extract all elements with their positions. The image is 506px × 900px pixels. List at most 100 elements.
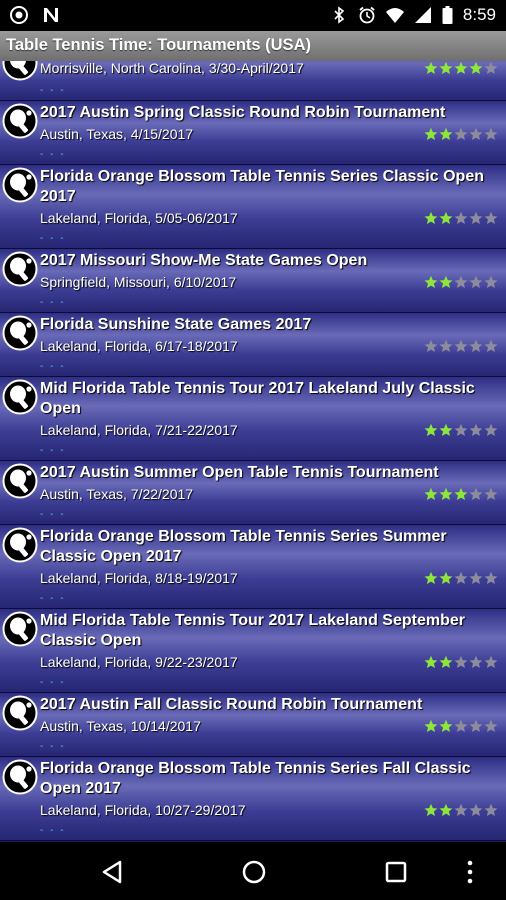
tournament-row[interactable]: Florida Orange Blossom Table Tennis Seri…: [0, 165, 506, 249]
tournament-title: 2017 Austin Fall Classic Round Robin Tou…: [40, 696, 423, 713]
tournament-row[interactable]: 2017 Austin Fall Classic Round Robin Tou…: [0, 693, 506, 757]
row-indicator-dots: - - -: [40, 677, 66, 688]
tournament-location-date: Lakeland, Florida, 6/17-18/2017: [40, 338, 238, 354]
star-filled-icon: [439, 487, 453, 500]
star-empty-icon: [454, 275, 468, 288]
paddle-ball-icon: [2, 61, 38, 81]
rating-stars: [424, 423, 498, 437]
rating-stars: [424, 655, 498, 669]
row-indicator-dots: - - -: [40, 297, 66, 308]
tournament-title: 2017 Missouri Show-Me State Games Open: [40, 252, 368, 269]
star-filled-icon: [439, 803, 453, 816]
star-empty-icon: [484, 127, 498, 140]
navigation-bar: [0, 842, 506, 900]
star-filled-icon: [439, 655, 453, 668]
bluetooth-icon: [334, 6, 345, 24]
tournament-location-date: Austin, Texas, 7/22/2017: [40, 486, 194, 502]
star-filled-icon: [424, 487, 438, 500]
recents-icon[interactable]: [382, 858, 410, 886]
rating-stars: [424, 127, 498, 141]
star-empty-icon: [484, 211, 498, 224]
tournament-list[interactable]: Morrisville, North Carolina, 3/30-April/…: [0, 61, 506, 842]
star-empty-icon: [484, 487, 498, 500]
star-filled-icon: [424, 423, 438, 436]
tournament-row[interactable]: Morrisville, North Carolina, 3/30-April/…: [0, 61, 506, 101]
tournament-location-date: Lakeland, Florida, 8/18-19/2017: [40, 570, 238, 586]
target-icon: [10, 6, 28, 24]
tournament-row[interactable]: 2017 Austin Spring Classic Round Robin T…: [0, 101, 506, 165]
star-empty-icon: [469, 655, 483, 668]
tournament-row[interactable]: Mid Florida Table Tennis Tour 2017 Lakel…: [0, 377, 506, 461]
star-empty-icon: [439, 339, 453, 352]
star-filled-icon: [424, 61, 438, 74]
tournament-title: Florida Sunshine State Games 2017: [40, 316, 312, 333]
rating-stars: [424, 571, 498, 585]
star-filled-icon: [424, 211, 438, 224]
star-filled-icon: [424, 571, 438, 584]
app-title: Table Tennis Time: Tournaments (USA): [6, 36, 311, 54]
tournament-location-date: Springfield, Missouri, 6/10/2017: [40, 274, 237, 290]
tournament-row[interactable]: Florida Orange Blossom Table Tennis Seri…: [0, 525, 506, 609]
star-empty-icon: [469, 127, 483, 140]
star-empty-icon: [469, 211, 483, 224]
star-empty-icon: [454, 211, 468, 224]
star-filled-icon: [424, 655, 438, 668]
rating-stars: [424, 487, 498, 501]
star-empty-icon: [454, 127, 468, 140]
rating-stars: [424, 803, 498, 817]
wifi-icon: [385, 8, 404, 23]
star-empty-icon: [469, 275, 483, 288]
tournament-row[interactable]: Florida Sunshine State Games 2017 Lakelan…: [0, 313, 506, 377]
tournament-location-date: Austin, Texas, 4/15/2017: [40, 126, 194, 142]
row-indicator-dots: - - -: [40, 85, 66, 96]
tournament-row[interactable]: 2017 Missouri Show-Me State Games Open Sp…: [0, 249, 506, 313]
star-empty-icon: [424, 339, 438, 352]
star-empty-icon: [454, 423, 468, 436]
star-empty-icon: [484, 803, 498, 816]
star-empty-icon: [454, 803, 468, 816]
n-notification-icon: [44, 8, 58, 22]
tournament-title: Florida Orange Blossom Table Tennis Seri…: [40, 528, 447, 565]
star-empty-icon: [484, 61, 498, 74]
star-filled-icon: [439, 423, 453, 436]
tournament-row[interactable]: Florida Orange Blossom Table Tennis Seri…: [0, 757, 506, 841]
star-empty-icon: [454, 571, 468, 584]
star-empty-icon: [484, 275, 498, 288]
tournament-row[interactable]: Mid Florida Table Tennis Tour 2017 Lakel…: [0, 609, 506, 693]
row-indicator-dots: - - -: [40, 509, 66, 520]
star-filled-icon: [424, 275, 438, 288]
rating-stars: [424, 211, 498, 225]
star-filled-icon: [439, 127, 453, 140]
tournament-title: 2017 Austin Summer Open Table Tennis Tou…: [40, 464, 439, 481]
star-filled-icon: [439, 719, 453, 732]
star-empty-icon: [469, 803, 483, 816]
paddle-ball-icon: [2, 315, 38, 351]
row-indicator-dots: - - -: [40, 233, 66, 244]
tournament-location-date: Morrisville, North Carolina, 3/30-April/…: [40, 61, 304, 76]
tournament-title: Florida Orange Blossom Table Tennis Seri…: [40, 168, 484, 205]
star-filled-icon: [454, 61, 468, 74]
tournament-row[interactable]: 2017 Austin Summer Open Table Tennis Tou…: [0, 461, 506, 525]
paddle-ball-icon: [2, 167, 38, 203]
star-filled-icon: [439, 211, 453, 224]
tournament-location-date: Lakeland, Florida, 5/05-06/2017: [40, 210, 238, 226]
tournament-title: Mid Florida Table Tennis Tour 2017 Lakel…: [40, 612, 465, 649]
paddle-ball-icon: [2, 695, 38, 731]
star-filled-icon: [439, 571, 453, 584]
paddle-ball-icon: [2, 463, 38, 499]
rating-stars: [424, 339, 498, 353]
overflow-menu-icon[interactable]: [456, 858, 484, 886]
star-empty-icon: [454, 719, 468, 732]
star-empty-icon: [469, 339, 483, 352]
paddle-ball-icon: [2, 611, 38, 647]
app-title-bar: Table Tennis Time: Tournaments (USA): [0, 31, 506, 62]
star-empty-icon: [469, 571, 483, 584]
rating-stars: [424, 275, 498, 289]
star-empty-icon: [469, 487, 483, 500]
home-icon[interactable]: [240, 858, 268, 886]
star-filled-icon: [424, 803, 438, 816]
back-icon[interactable]: [98, 858, 126, 886]
star-empty-icon: [484, 719, 498, 732]
paddle-ball-icon: [2, 759, 38, 795]
paddle-ball-icon: [2, 103, 38, 139]
